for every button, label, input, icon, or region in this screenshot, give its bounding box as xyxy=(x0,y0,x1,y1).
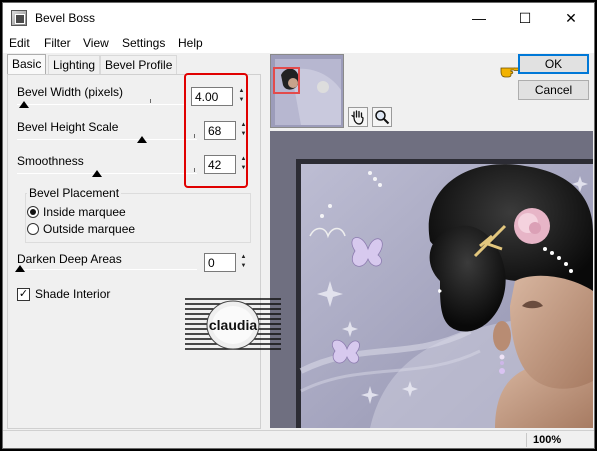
preview-image xyxy=(270,131,593,428)
darken-deep-areas-slider-thumb[interactable] xyxy=(15,265,25,272)
spin-up-icon[interactable]: ▲ xyxy=(238,253,249,262)
bevel-width-label: Bevel Width (pixels) xyxy=(17,85,124,99)
ok-button[interactable]: OK xyxy=(518,54,589,74)
outside-marquee-radio[interactable] xyxy=(27,223,39,235)
status-bar: 100% xyxy=(3,430,594,448)
status-separator xyxy=(526,433,527,447)
bevel-height-scale-slider-thumb[interactable] xyxy=(137,136,147,143)
zoom-tool-button[interactable] xyxy=(372,107,392,127)
bevel-placement-title: Bevel Placement xyxy=(27,186,122,200)
smoothness-slider-thumb[interactable] xyxy=(92,170,102,177)
zoom-level: 100% xyxy=(533,434,562,446)
highlight-box xyxy=(184,73,248,188)
tab-bevel-profile[interactable]: Bevel Profile xyxy=(100,55,178,74)
title-bar: Bevel Boss — ☐ ✕ xyxy=(3,3,594,33)
inside-marquee-label[interactable]: Inside marquee xyxy=(43,205,126,219)
menu-filter[interactable]: Filter xyxy=(44,36,71,50)
menu-view[interactable]: View xyxy=(83,36,109,50)
shade-interior-label[interactable]: Shade Interior xyxy=(35,287,110,301)
bevel-width-slider-thumb[interactable] xyxy=(19,101,29,108)
menu-bar: Edit Filter View Settings Help xyxy=(3,33,594,53)
menu-settings[interactable]: Settings xyxy=(122,36,165,50)
claudia-watermark-logo: claudia xyxy=(185,298,281,350)
hand-pan-icon xyxy=(351,110,364,125)
bevel-width-slider-track[interactable] xyxy=(17,104,185,105)
spin-down-icon[interactable]: ▼ xyxy=(238,262,249,271)
magnifier-icon xyxy=(375,110,390,125)
tab-basic[interactable]: Basic xyxy=(7,54,47,74)
maximize-button[interactable]: ☐ xyxy=(502,3,548,33)
bevel-width-tick xyxy=(150,99,151,103)
cancel-button[interactable]: Cancel xyxy=(518,80,589,100)
smoothness-slider-track[interactable] xyxy=(17,173,197,174)
menu-help[interactable]: Help xyxy=(178,36,203,50)
close-button[interactable]: ✕ xyxy=(548,3,594,33)
menu-edit[interactable]: Edit xyxy=(9,36,30,50)
darken-deep-areas-spinner[interactable]: ▲ ▼ xyxy=(238,253,249,272)
darken-deep-areas-label: Darken Deep Areas xyxy=(17,252,122,266)
navigator-viewport-rect[interactable] xyxy=(273,67,300,94)
watermark-text: claudia xyxy=(209,317,257,333)
darken-deep-areas-slider-track[interactable] xyxy=(17,269,197,270)
hand-tool-button[interactable] xyxy=(348,107,368,127)
bevel-height-scale-label: Bevel Height Scale xyxy=(17,120,119,134)
app-icon xyxy=(11,10,27,26)
preview-area[interactable] xyxy=(270,131,593,428)
tab-lighting[interactable]: Lighting xyxy=(48,55,101,74)
darken-deep-areas-input[interactable] xyxy=(204,253,236,272)
bevel-height-scale-slider-track[interactable] xyxy=(17,139,197,140)
outside-marquee-label[interactable]: Outside marquee xyxy=(43,222,135,236)
navigator-thumbnail[interactable] xyxy=(270,54,344,128)
inside-marquee-radio[interactable] xyxy=(27,206,39,218)
shade-interior-checkbox[interactable]: ✓ xyxy=(17,288,30,301)
minimize-button[interactable]: — xyxy=(456,3,502,33)
bevel-boss-window: Bevel Boss — ☐ ✕ Edit Filter View Settin… xyxy=(2,2,595,449)
smoothness-label: Smoothness xyxy=(17,154,84,168)
window-title: Bevel Boss xyxy=(35,11,96,25)
